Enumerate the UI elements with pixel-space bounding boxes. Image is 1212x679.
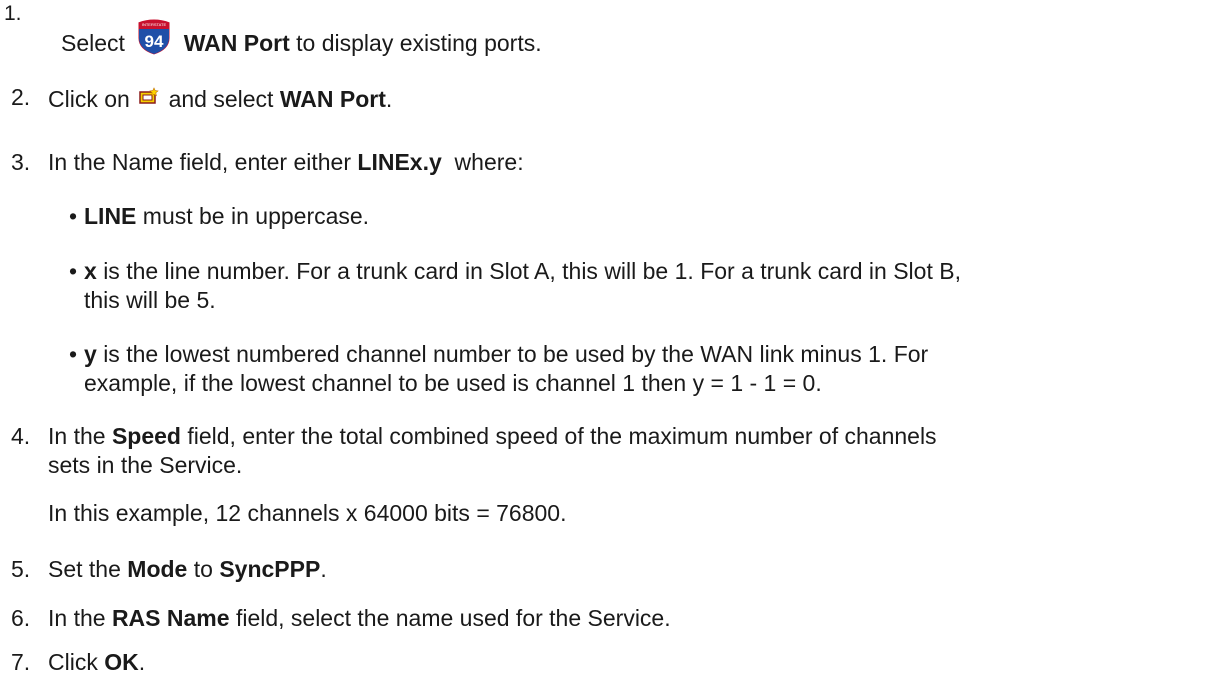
bullet-text-line2: example, if the lowest channel to be use…: [84, 370, 822, 396]
bullet-dot: •: [69, 258, 78, 284]
step-text-post: .: [385, 86, 393, 112]
step-number: 1.: [4, 2, 22, 25]
bullet-bold: LINE: [84, 203, 137, 229]
bullet-text: y is the lowest numbered channel number …: [84, 341, 928, 368]
shield-number: 94: [145, 32, 164, 51]
step-text-pre: Click: [48, 649, 98, 675]
step-number: 2.: [11, 84, 31, 110]
step-number: 3.: [11, 149, 31, 175]
bullet-body: is the line number. For a trunk card in …: [103, 258, 961, 284]
step-text-bold: OK: [104, 649, 139, 675]
bullet-bold: y: [84, 341, 97, 367]
step-text: In the Speed field, enter the total comb…: [48, 423, 937, 450]
step-text-bold: Mode: [127, 556, 188, 582]
step-text-post: .: [138, 649, 146, 675]
step-number: 4.: [11, 423, 31, 449]
step-text-bold: WAN Port: [279, 86, 386, 112]
step-number: 6.: [11, 605, 31, 631]
step-text: In the Name field, enter either LINEx.y …: [48, 149, 524, 176]
shield-top-text: INTERSTATE: [142, 22, 167, 27]
step-text-post: .: [320, 556, 327, 582]
step-text: Click OK.: [48, 649, 145, 676]
step-text: Set the Mode to SyncPPP.: [48, 556, 327, 583]
bullet-dot: •: [69, 203, 78, 229]
step-text-bold: Speed: [111, 423, 181, 449]
step-text-pre: Set the: [48, 556, 121, 582]
bullet-text-line2: this will be 5.: [84, 287, 216, 313]
step-text-pre: In the Name field, enter either: [48, 149, 351, 175]
step-text-bold: WAN Port: [183, 30, 290, 57]
step-number: 5.: [11, 556, 31, 582]
new-item-icon: [139, 84, 159, 111]
bullet-text: LINE must be in uppercase.: [84, 203, 369, 230]
step-text-post: field, select the name used for the Serv…: [235, 605, 671, 631]
step-text-post: where:: [454, 149, 524, 175]
step-text: Click on and select WAN Port.: [48, 86, 392, 114]
step-text-pre: In the: [48, 605, 106, 631]
bullet-dot: •: [69, 341, 78, 367]
step-note: In this example, 12 channels x 64000 bit…: [48, 500, 567, 526]
step-text-bold: LINEx.y: [357, 149, 442, 175]
bullet-bold: x: [84, 258, 97, 284]
step-text-mid: and select: [168, 86, 274, 112]
step-text-post: field, enter the total combined speed of…: [187, 423, 937, 449]
step-text-line2: sets in the Service.: [48, 452, 243, 478]
step-text-pre: In the: [48, 423, 106, 449]
step-text: Select INTERSTATE 94 WAN Port to display…: [61, 18, 542, 68]
bullet-body: is the lowest numbered channel number to…: [103, 341, 929, 367]
bullet-body: must be in uppercase.: [142, 203, 370, 229]
interstate-94-shield-icon: INTERSTATE 94: [135, 16, 173, 62]
step-text-mid: to: [193, 556, 213, 582]
step-text-bold-2: SyncPPP: [219, 556, 321, 582]
step-text-bold: RAS Name: [111, 605, 230, 631]
step-text-pre: Select: [61, 30, 125, 57]
step-number: 7.: [11, 649, 31, 675]
bullet-text: x is the line number. For a trunk card i…: [84, 258, 961, 285]
step-text: In the RAS Name field, select the name u…: [48, 605, 671, 632]
step-text-post: to display existing ports.: [296, 30, 542, 57]
step-text-pre: Click on: [48, 86, 130, 112]
